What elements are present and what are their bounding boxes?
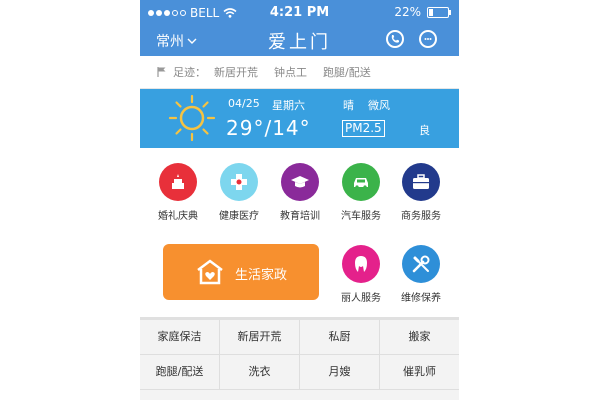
service-item[interactable]: 新居开荒 xyxy=(220,320,300,354)
footprint-item[interactable]: 钟点工 xyxy=(274,64,307,80)
wedding-cake-icon xyxy=(159,163,197,201)
category-label: 维修保养 xyxy=(401,293,441,304)
service-grid: 家庭保洁 新居开荒 私厨 搬家 跑腿/配送 洗衣 月嫂 催乳师 xyxy=(140,317,459,400)
car-icon xyxy=(342,163,380,201)
medical-cross-icon xyxy=(220,163,258,201)
service-item[interactable]: 月嫂 xyxy=(300,355,380,389)
graduation-cap-icon xyxy=(281,163,319,201)
category-repair[interactable]: 维修保养 xyxy=(391,245,451,304)
service-item[interactable]: 洗衣 xyxy=(220,355,300,389)
category-business[interactable]: 商务服务 xyxy=(391,163,451,222)
footprint-item[interactable]: 新居开荒 xyxy=(214,64,258,80)
life-housekeeping-banner[interactable]: 生活家政 xyxy=(163,244,319,300)
service-item[interactable]: 搬家 xyxy=(380,320,459,354)
chat-bubble-icon xyxy=(424,38,432,40)
weather-wind: 微风 xyxy=(368,99,390,112)
phone-button[interactable] xyxy=(386,30,404,48)
home-heart-icon xyxy=(197,259,223,285)
category-label: 教育培训 xyxy=(280,211,320,222)
footprint-item[interactable]: 跑腿/配送 xyxy=(323,64,371,80)
service-item[interactable]: 家庭保洁 xyxy=(140,320,220,354)
phone-icon xyxy=(391,35,399,43)
category-label: 健康医疗 xyxy=(219,211,259,222)
category-label: 婚礼庆典 xyxy=(158,211,198,222)
flag-icon xyxy=(157,67,166,77)
pm25-badge: PM2.5 xyxy=(342,120,385,137)
category-wedding[interactable]: 婚礼庆典 xyxy=(148,163,208,222)
service-item[interactable]: 私厨 xyxy=(300,320,380,354)
category-education[interactable]: 教育培训 xyxy=(270,163,330,222)
footprints-label: 足迹： xyxy=(173,66,206,79)
weather-panel[interactable]: 04/25 星期六 晴 微风 29°/14° PM2.5 良 xyxy=(140,89,459,148)
page-title: 爱上门 xyxy=(268,32,331,53)
beauty-woman-icon xyxy=(342,245,380,283)
app-header: 常州 爱上门 xyxy=(140,26,459,56)
category-label: 丽人服务 xyxy=(341,293,381,304)
service-row: 跑腿/配送 洗衣 月嫂 催乳师 xyxy=(140,355,459,390)
chat-button[interactable] xyxy=(419,30,437,48)
category-label: 商务服务 xyxy=(401,211,441,222)
battery-status: 22% xyxy=(394,5,451,19)
phone-screen: BELL 4:21 PM 22% 常州 爱上门 足迹： 新居开荒 钟点工 跑腿/… xyxy=(140,0,459,400)
life-banner-label: 生活家政 xyxy=(235,268,288,283)
battery-icon xyxy=(427,6,451,18)
weather-condition: 晴 xyxy=(343,99,354,112)
status-bar: BELL 4:21 PM 22% xyxy=(140,0,459,26)
service-item[interactable]: 跑腿/配送 xyxy=(140,355,220,389)
sun-icon xyxy=(168,94,216,142)
top-bar: BELL 4:21 PM 22% 常州 爱上门 xyxy=(140,0,459,56)
air-quality: 良 xyxy=(419,124,430,137)
wrench-screwdriver-icon xyxy=(402,245,440,283)
weather-date: 04/25 xyxy=(228,97,260,110)
service-row: 家庭保洁 新居开荒 私厨 搬家 xyxy=(140,320,459,355)
weather-weekday: 星期六 xyxy=(272,99,305,112)
briefcase-icon xyxy=(402,163,440,201)
category-label: 汽车服务 xyxy=(341,211,381,222)
footprints-bar: 足迹： 新居开荒 钟点工 跑腿/配送 xyxy=(140,56,459,89)
category-beauty[interactable]: 丽人服务 xyxy=(331,245,391,304)
battery-percent: 22% xyxy=(394,5,421,19)
category-car[interactable]: 汽车服务 xyxy=(331,163,391,222)
category-health[interactable]: 健康医疗 xyxy=(209,163,269,222)
weather-temperature: 29°/14° xyxy=(226,116,311,140)
service-item[interactable]: 催乳师 xyxy=(380,355,459,389)
